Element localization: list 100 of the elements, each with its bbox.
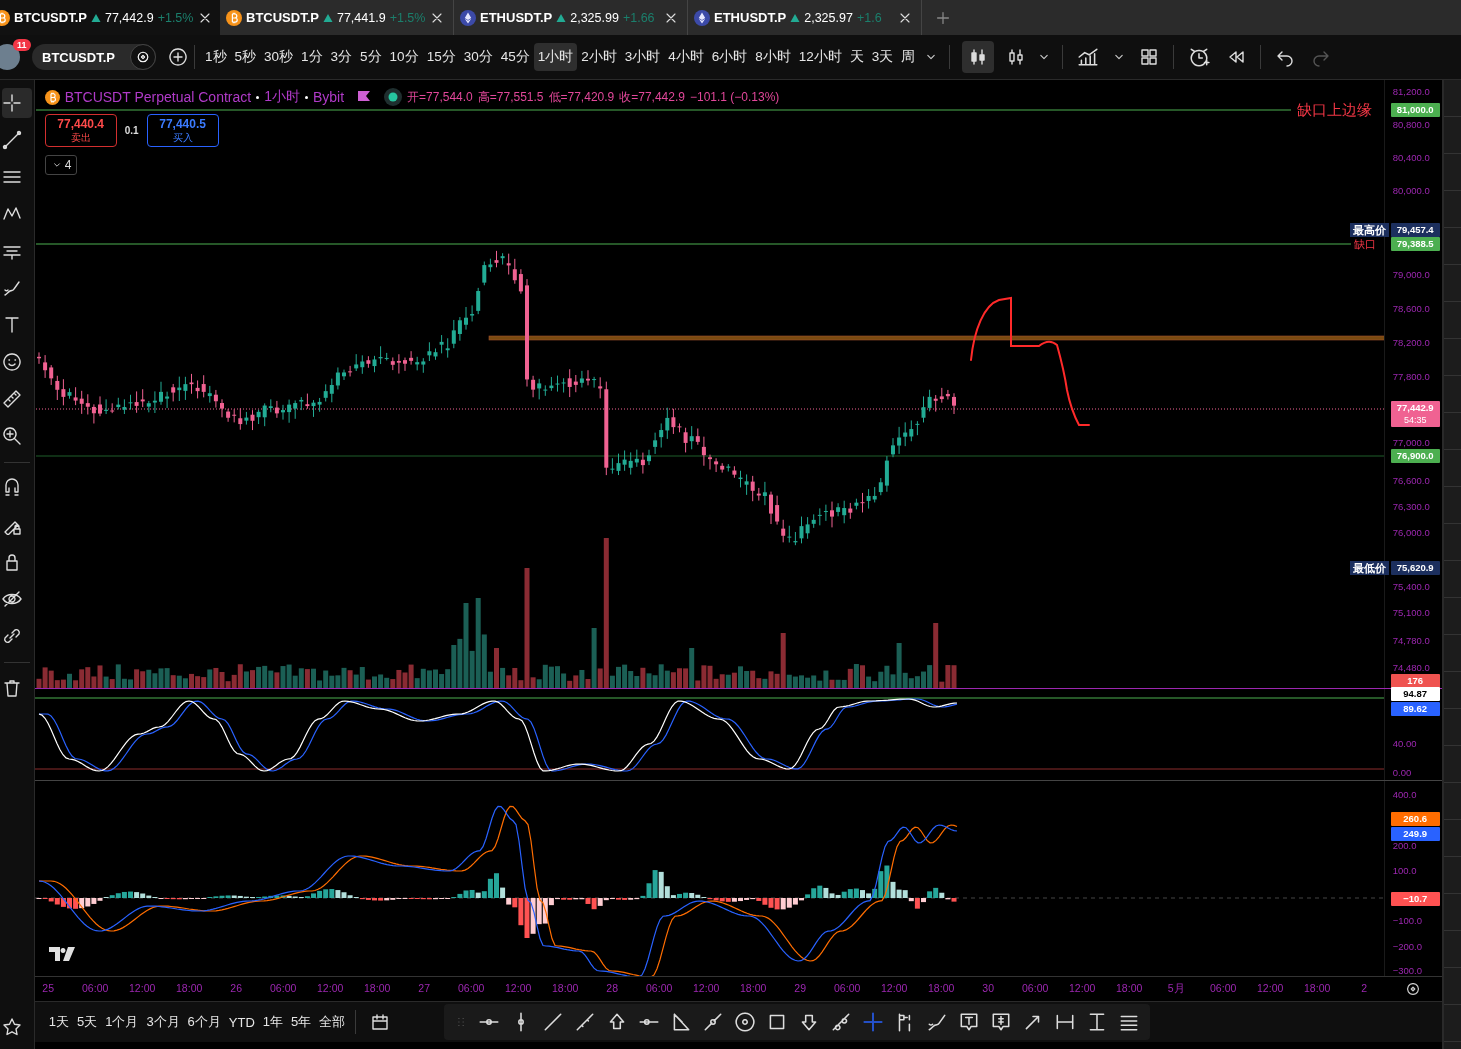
range-button[interactable]: 3个月 [142,1009,184,1035]
time-scale-label: 06:00 [457,982,486,996]
ohlc-value: 高=77,551.5 [477,88,544,106]
time-scale-label: 06:00 [645,982,674,996]
buy-button[interactable]: 77,440.5 买入 [146,114,219,147]
tab-symbol: ETHUSDT.P [714,10,787,25]
price-scale-label: 78,200.0 [1392,337,1430,348]
interval-button[interactable]: 5秒 [230,43,261,71]
price-scale-label: 76,300.0 [1392,501,1430,512]
price-scale-label: 76,600.0 [1392,475,1430,486]
price-tag: 79,457.4 [1390,223,1440,237]
price-tag: 76,900.0 [1390,449,1440,463]
interval-button[interactable]: 4小时 [664,43,708,71]
interval-button[interactable]: 1分 [297,43,327,71]
quantity-text: 0.1 [124,125,139,136]
notification-badge: 11 [13,39,31,51]
price-tag-caption: 最低价 [1349,561,1389,575]
interval-button[interactable]: 3小时 [620,43,665,71]
price-scale-label: 74,780.0 [1392,635,1430,646]
price-scale-label: 200.0 [1392,840,1417,851]
price-tag: 249.9 [1390,827,1440,841]
time-scale-label: 12:00 [880,982,909,996]
interval-button[interactable]: 天 [845,43,868,71]
price-tag: 77,442.9 54:35 [1390,401,1440,427]
time-scale-label: 12:00 [692,982,721,996]
interval-button[interactable]: 6小时 [707,43,752,71]
tab-price: 2,325.99 [570,10,619,25]
price-scale-label: 74,480.0 [1392,662,1430,673]
time-scale-label: 12:00 [504,982,533,996]
tab-price: 77,441.9 [336,10,386,25]
price-tag-caption: 最高价 [1349,223,1389,237]
price-scale-label: 75,400.0 [1392,581,1430,592]
time-scale-label: 2 [1360,982,1369,996]
ohlc-value: −101.1 (−0.13%) [689,90,780,104]
time-scale-label: 26 [229,982,243,996]
price-scale-label: −300.0 [1392,965,1423,976]
time-scale-label: 18:00 [739,982,768,996]
price-scale-label: 0.00 [1392,767,1412,778]
ohlc-value: 开=77,544.0 [407,88,473,106]
time-scale-label: 18:00 [1115,982,1144,996]
time-scale-label: 12:00 [128,982,157,996]
range-button[interactable]: 5年 [287,1009,316,1035]
price-tag: 94.87 [1390,687,1440,701]
price-tag: 260.6 [1390,812,1440,826]
tab-symbol: ETHUSDT.P [480,10,553,25]
price-scale-label: 76,000.0 [1392,527,1430,538]
ohlc-value: 收=77,442.9 [619,88,685,106]
range-button[interactable]: YTD [224,1010,259,1034]
time-scale-label: 18:00 [175,982,204,996]
price-scale-label: 400.0 [1392,789,1417,800]
symbol-search-field[interactable]: BTCUSDT.P [32,44,156,70]
range-button[interactable]: 1个月 [101,1009,143,1035]
range-button[interactable]: 1天 [44,1009,73,1035]
sell-button[interactable]: 77,440.4 卖出 [44,114,117,147]
price-scale-label: 80,800.0 [1392,119,1430,130]
interval-button[interactable]: 1秒 [201,43,231,71]
interval-button[interactable]: 12小时 [794,43,846,71]
time-scale-label: 06:00 [833,982,862,996]
tab-price: 2,325.97 [804,10,853,25]
price-scale-label: −100.0 [1392,915,1423,926]
legend-exchange: Bybit [312,89,345,105]
interval-button[interactable]: 1小时 [533,43,578,71]
line-label: 缺口上边缘 [1296,101,1372,120]
tab-symbol: BTCUSDT.P [246,10,319,25]
interval-button[interactable]: 45分 [496,43,534,71]
indicators-toggle[interactable]: 4 [44,155,78,175]
price-scale-label: 100.0 [1392,865,1417,876]
price-scale-label: 79,000.0 [1392,269,1430,280]
interval-button[interactable]: 2小时 [577,43,621,71]
interval-button[interactable]: 30分 [459,43,497,71]
price-tag: 79,388.5 [1390,237,1440,251]
tab-symbol: BTCUSDT.P [14,10,87,25]
interval-button[interactable]: 15分 [422,43,460,71]
time-scale-label: 30 [981,982,995,996]
time-scale-label: 25 [41,982,55,996]
time-scale-label: 06:00 [1021,982,1050,996]
time-scale-label: 29 [793,982,807,996]
time-scale-label: 18:00 [551,982,580,996]
line-label: 缺口 [1353,237,1376,252]
range-button[interactable]: 全部 [315,1009,350,1035]
interval-button[interactable]: 10分 [385,43,423,71]
interval-button[interactable]: 3天 [867,43,898,71]
interval-button[interactable]: 30秒 [260,43,298,71]
legend-title: BTCUSDT Perpetual Contract [64,89,252,105]
interval-button[interactable]: 5分 [356,43,386,71]
interval-button[interactable]: 周 [897,43,920,71]
tab-change: +1.5% [389,10,426,25]
price-tag: 89.62 [1390,702,1440,716]
interval-button[interactable]: 8小时 [751,43,795,71]
range-button[interactable]: 5天 [72,1009,102,1035]
time-scale-label: 12:00 [1256,982,1285,996]
price-scale-label: 80,400.0 [1392,152,1430,163]
price-scale-label: 77,000.0 [1392,437,1430,448]
symbol-tab[interactable]: BTCUSDT.P 77,442.9 +1.5% [0,0,220,35]
time-scale-label: 18:00 [1303,982,1332,996]
range-button[interactable]: 1年 [258,1009,288,1035]
interval-button[interactable]: 3分 [326,43,357,71]
time-scale-label: 5月 [1166,982,1186,996]
range-button[interactable]: 6个月 [183,1009,225,1035]
tab-price: 77,442.9 [104,10,154,25]
